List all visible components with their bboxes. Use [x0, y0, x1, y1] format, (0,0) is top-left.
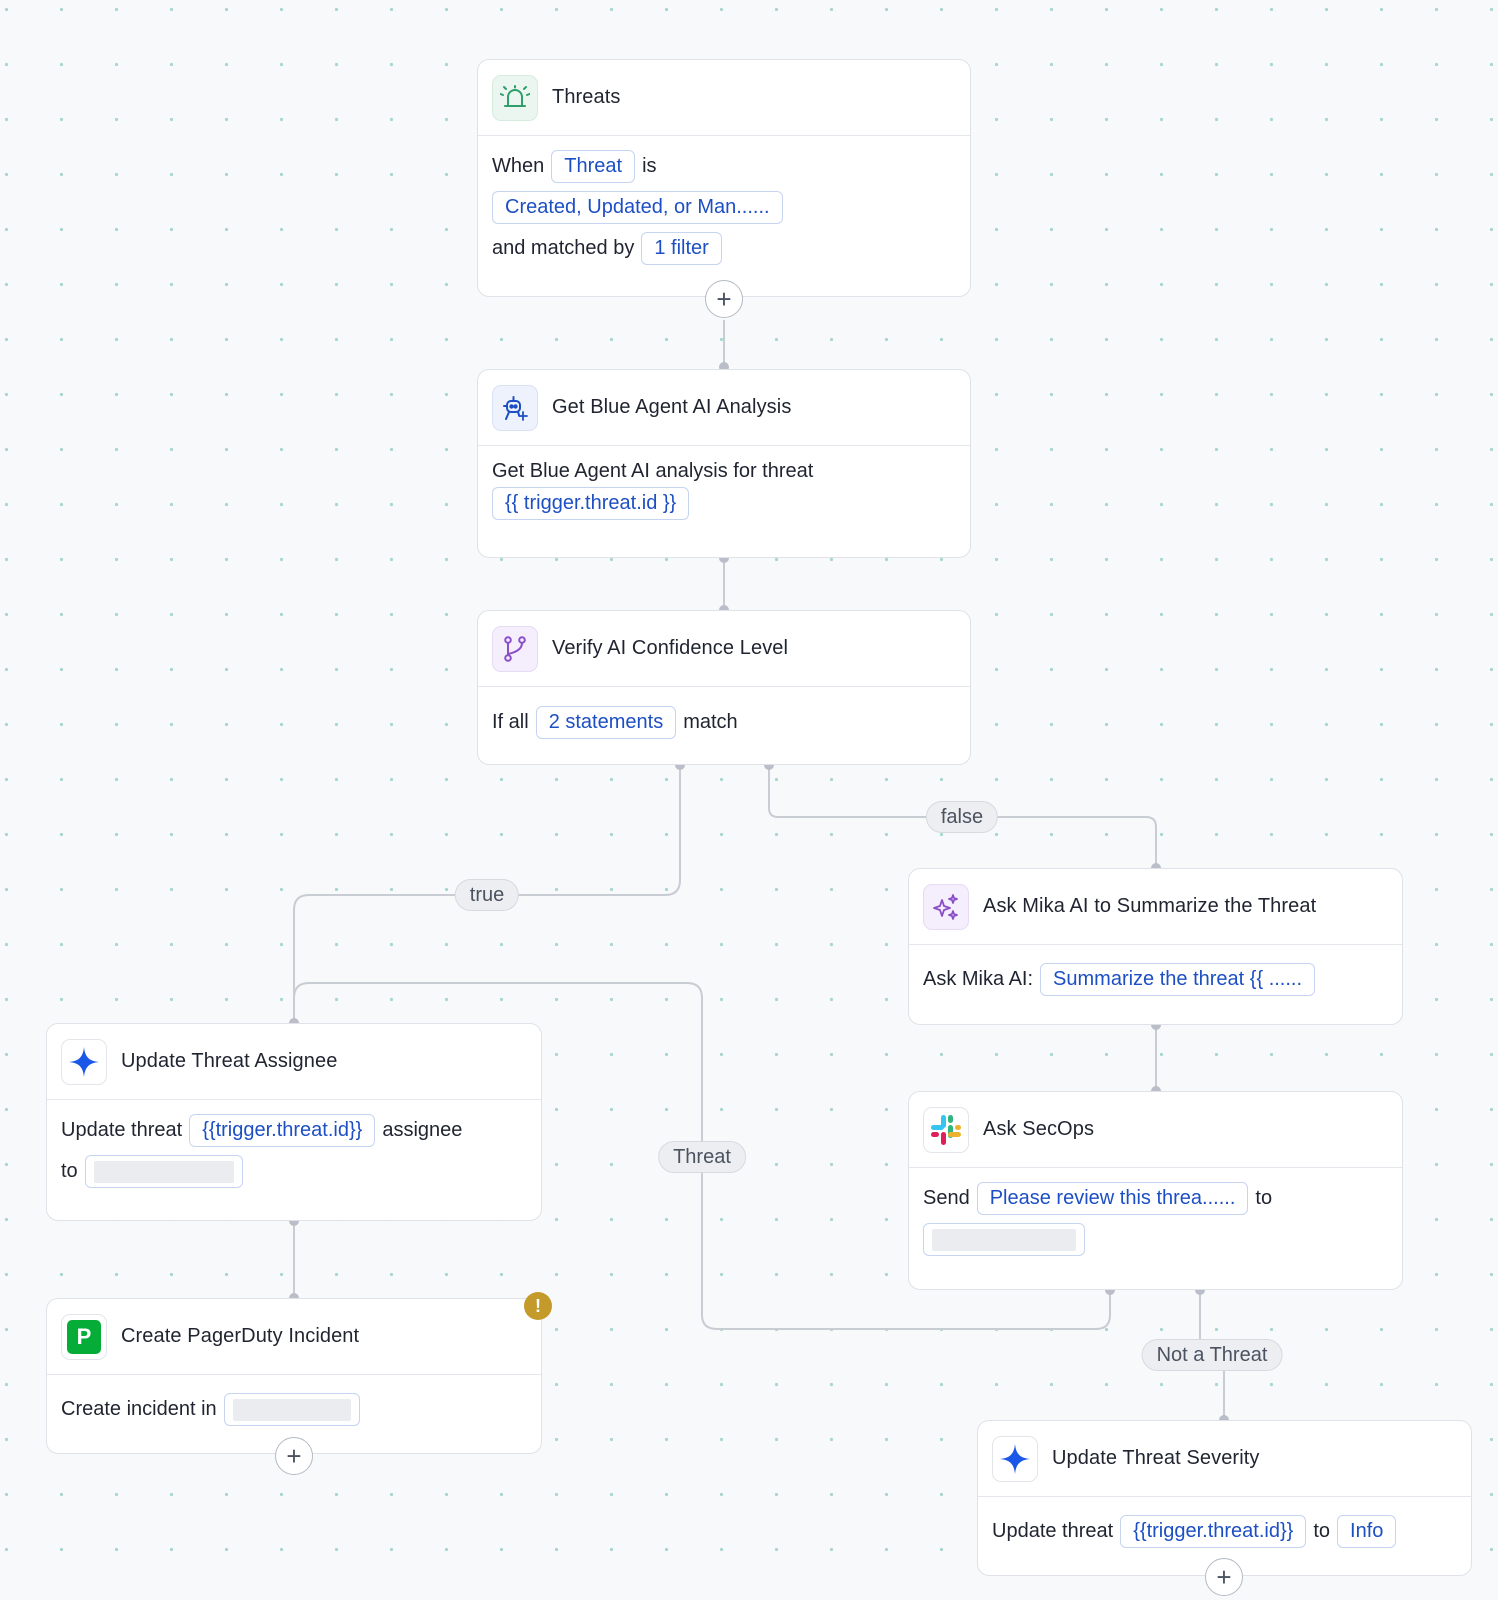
- channel-select[interactable]: [923, 1223, 1085, 1256]
- event-types-pill[interactable]: Created, Updated, or Man......: [492, 191, 783, 224]
- service-select[interactable]: [223, 1393, 360, 1426]
- node-title: Threats: [552, 86, 621, 108]
- warning-badge[interactable]: !: [524, 1292, 552, 1320]
- verify-confidence-node[interactable]: Verify AI Confidence Level If all 2 stat…: [477, 610, 971, 765]
- threat-id-pill[interactable]: {{trigger.threat.id}}: [189, 1114, 376, 1147]
- slack-icon: [923, 1106, 969, 1153]
- when-label: When: [492, 155, 545, 177]
- message-pill[interactable]: Please review this threa......: [976, 1182, 1249, 1215]
- description-text: Get Blue Agent AI analysis for threat: [492, 460, 814, 482]
- sparkles-icon: [923, 883, 969, 930]
- severity-pill[interactable]: Info: [1337, 1515, 1397, 1548]
- if-all-label: If all: [492, 711, 529, 733]
- add-step-button[interactable]: +: [1205, 1558, 1243, 1596]
- star-sparkle-icon: [992, 1435, 1038, 1482]
- node-title: Ask Mika AI to Summarize the Threat: [983, 895, 1317, 917]
- statements-pill[interactable]: 2 statements: [535, 706, 677, 739]
- assignee-select[interactable]: [84, 1155, 243, 1188]
- to-label: to: [61, 1160, 78, 1182]
- ask-mika-node[interactable]: Ask Mika AI to Summarize the Threat Ask …: [908, 868, 1403, 1025]
- match-label: match: [683, 711, 738, 733]
- ask-mika-label: Ask Mika AI:: [923, 968, 1034, 990]
- node-title: Update Threat Severity: [1052, 1447, 1260, 1469]
- node-title: Create PagerDuty Incident: [121, 1325, 360, 1347]
- add-step-button[interactable]: +: [705, 280, 743, 318]
- blue-agent-node[interactable]: Get Blue Agent AI Analysis Get Blue Agen…: [477, 369, 971, 558]
- matched-by-label: and matched by: [492, 237, 635, 259]
- node-title: Verify AI Confidence Level: [552, 637, 789, 659]
- update-threat-label: Update threat: [992, 1520, 1114, 1542]
- edge-label-not-a-threat[interactable]: Not a Threat: [1141, 1339, 1283, 1371]
- pagerduty-node[interactable]: P Create PagerDuty Incident Create incid…: [46, 1298, 542, 1454]
- create-in-label: Create incident in: [61, 1398, 217, 1420]
- ai-agent-icon: [492, 384, 538, 431]
- edge-label-false[interactable]: false: [925, 801, 999, 833]
- branch-icon: [492, 625, 538, 672]
- edge-label-true[interactable]: true: [454, 879, 520, 911]
- object-type-pill[interactable]: Threat: [551, 150, 636, 183]
- ask-secops-node[interactable]: Ask SecOps Send Please review this threa…: [908, 1091, 1403, 1290]
- node-title: Ask SecOps: [983, 1118, 1095, 1140]
- to-label: to: [1255, 1187, 1273, 1209]
- prompt-pill[interactable]: Summarize the threat {{ ......: [1040, 963, 1316, 996]
- add-step-button[interactable]: +: [275, 1437, 313, 1475]
- filter-pill[interactable]: 1 filter: [641, 232, 722, 265]
- update-assignee-node[interactable]: Update Threat Assignee Update threat {{t…: [46, 1023, 542, 1221]
- send-label: Send: [923, 1187, 970, 1209]
- threat-id-pill[interactable]: {{trigger.threat.id}}: [1120, 1515, 1307, 1548]
- node-title: Get Blue Agent AI Analysis: [552, 396, 792, 418]
- pagerduty-icon: P: [61, 1313, 107, 1360]
- star-sparkle-icon: [61, 1038, 107, 1085]
- edge-label-threat[interactable]: Threat: [658, 1141, 746, 1173]
- to-label: to: [1313, 1520, 1331, 1542]
- update-severity-node[interactable]: Update Threat Severity Update threat {{t…: [977, 1420, 1472, 1576]
- threat-id-pill[interactable]: {{ trigger.threat.id }}: [492, 487, 690, 520]
- workflow-canvas[interactable]: true false Threat Not a Threat Threats W…: [0, 0, 1498, 1600]
- assignee-label: assignee: [382, 1119, 463, 1141]
- siren-icon: [492, 74, 538, 121]
- is-label: is: [642, 155, 657, 177]
- node-title: Update Threat Assignee: [121, 1050, 338, 1072]
- threats-trigger-node[interactable]: Threats When Threat is Created, Updated,…: [477, 59, 971, 297]
- update-threat-label: Update threat: [61, 1119, 183, 1141]
